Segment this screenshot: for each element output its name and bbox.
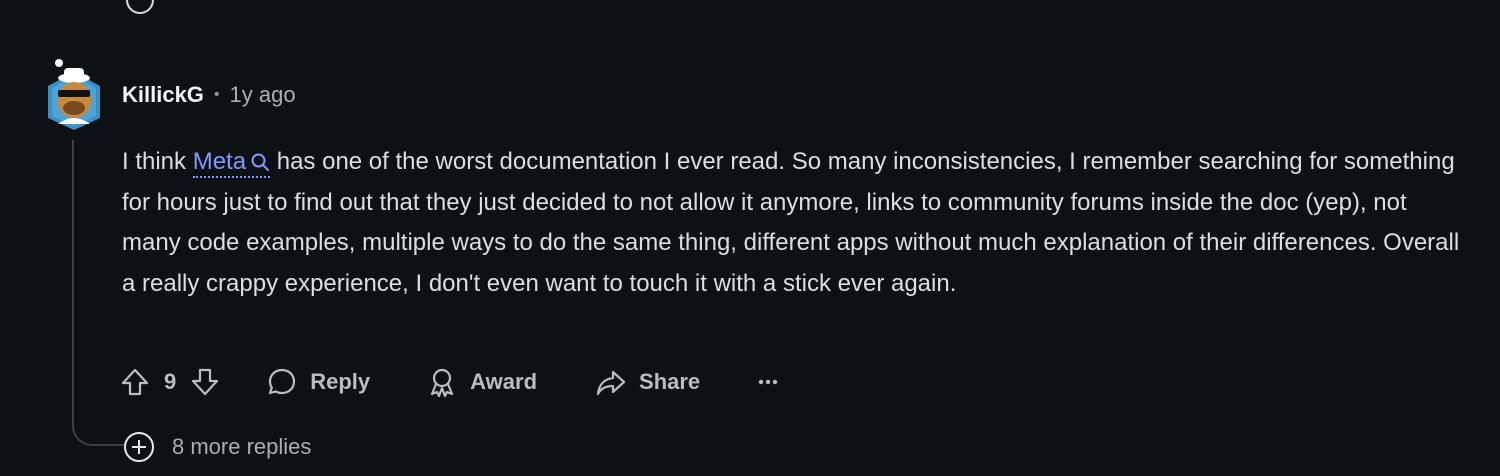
share-label: Share xyxy=(639,369,701,394)
more-replies-button[interactable]: 8 more replies xyxy=(122,430,311,464)
expand-replies-icon xyxy=(122,430,156,464)
share-button[interactable]: Share xyxy=(595,366,700,398)
comment-text-rest: has one of the worst documentation I eve… xyxy=(122,148,1460,297)
separator-dot: • xyxy=(213,86,220,103)
timestamp[interactable]: 1y ago xyxy=(230,82,296,108)
downvote-icon[interactable] xyxy=(188,365,222,399)
upvote-icon[interactable] xyxy=(118,365,152,399)
comment-header: KillickG • 1y ago xyxy=(122,82,296,108)
search-icon xyxy=(251,153,270,171)
reply-label: Reply xyxy=(310,369,371,394)
comment-text-start: I think xyxy=(122,148,193,175)
thread-line xyxy=(72,140,74,430)
thread-connector xyxy=(72,418,128,446)
comment-actions: 9 Reply Award Share xyxy=(118,364,780,400)
share-icon xyxy=(595,366,627,398)
reply-button[interactable]: Reply xyxy=(266,366,370,398)
avatar[interactable] xyxy=(44,58,104,130)
username[interactable]: KillickG xyxy=(122,82,204,108)
ellipsis-icon xyxy=(756,370,780,394)
award-button[interactable]: Award xyxy=(426,366,537,398)
more-replies-label: 8 more replies xyxy=(172,434,312,459)
award-label: Award xyxy=(470,369,538,394)
search-link[interactable]: Meta xyxy=(192,148,271,178)
search-link-label: Meta xyxy=(192,148,247,175)
award-icon xyxy=(426,366,458,398)
vote-count: 9 xyxy=(164,369,177,394)
comment-icon xyxy=(266,366,298,398)
expand-replies-icon[interactable] xyxy=(124,0,156,16)
vote-group: 9 xyxy=(118,365,222,399)
more-options-button[interactable] xyxy=(756,370,780,394)
comment-body: I think Meta has one of the worst docume… xyxy=(122,142,1462,304)
